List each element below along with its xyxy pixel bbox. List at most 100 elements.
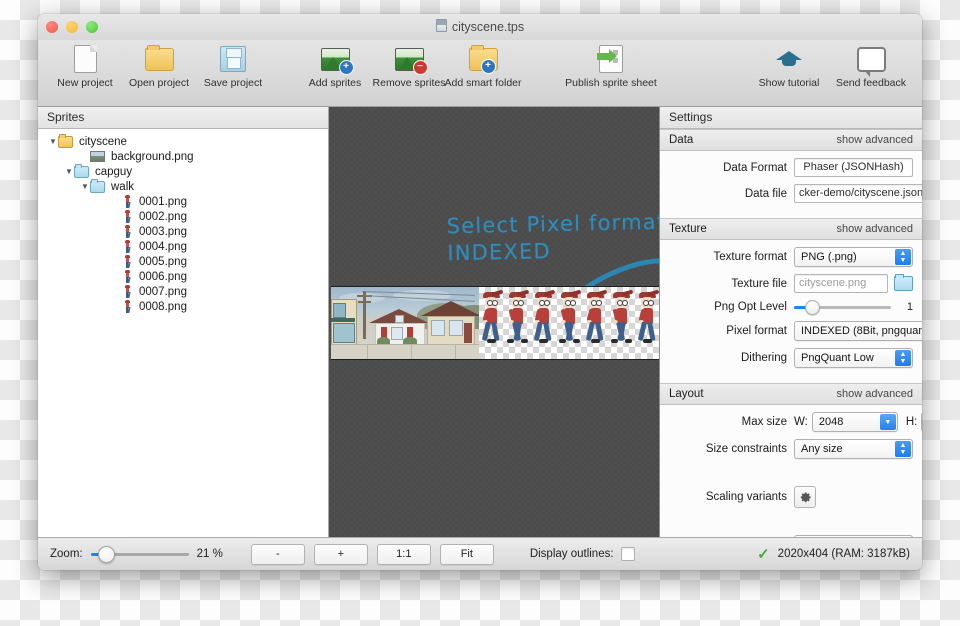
publish-sprite-sheet-button[interactable]: Publish sprite sheet	[556, 44, 666, 89]
save-project-button[interactable]: Save project	[196, 44, 270, 89]
texture-file-input[interactable]: cityscene.png	[794, 274, 888, 293]
sprite-frame	[479, 287, 505, 359]
sprite-frame	[635, 287, 659, 359]
window-titlebar: cityscene.tps	[38, 14, 922, 40]
sprite-sheet-canvas[interactable]: Select Pixel format INDEXED	[329, 107, 660, 537]
display-outlines-checkbox[interactable]	[620, 547, 635, 561]
zoom-slider-knob[interactable]	[97, 546, 115, 563]
tree-item-0006-png[interactable]: 0006.png	[38, 269, 328, 284]
section-header-texture[interactable]: Texture show advanced	[660, 218, 922, 240]
pixel-format-dropdown[interactable]: INDEXED (8Bit, pngquant ▲▼	[794, 321, 922, 341]
sprite-tree[interactable]: ▼ cityscene background.png ▼ capguy ▼ walk 0001…	[38, 129, 328, 537]
sprite-thumbnail-icon	[122, 300, 133, 314]
size-constraints-dropdown[interactable]: Any size ▲ ▼	[794, 439, 913, 459]
tree-item-label: 0008.png	[139, 300, 187, 313]
sprite-frame	[505, 287, 531, 359]
new-project-button[interactable]: New project	[48, 44, 122, 89]
tree-item-0007-png[interactable]: 0007.png	[38, 284, 328, 299]
row-texture-file: Texture file cityscene.png	[669, 274, 913, 293]
tree-item-label: 0006.png	[139, 270, 187, 283]
zoom-out-button[interactable]: -	[250, 543, 305, 565]
show-advanced-texture[interactable]: show advanced	[837, 219, 913, 239]
open-project-button[interactable]: Open project	[122, 44, 196, 89]
tree-item-capguy[interactable]: ▼ capguy	[38, 163, 328, 179]
tree-item-walk[interactable]: ▼ walk	[38, 178, 328, 194]
data-format-label: Data Format	[723, 161, 787, 174]
texture-section-rows: Texture format PNG (.png) ▲ ▼ Texture fil…	[660, 240, 922, 383]
zoom-actual-size-button[interactable]: 1:1	[376, 543, 431, 565]
window-body: Sprites ▼ cityscene background.png ▼ capguy ▼…	[38, 107, 922, 537]
show-tutorial-button[interactable]: Show tutorial	[748, 44, 830, 89]
width-prefix-label: W:	[794, 416, 808, 428]
dithering-label: Dithering	[740, 352, 787, 364]
send-feedback-button[interactable]: Send feedback	[830, 44, 912, 89]
tree-item-0002-png[interactable]: 0002.png	[38, 209, 328, 224]
status-text: 2020x404 (RAM: 3187kB)	[777, 548, 910, 560]
png-opt-level-value: 1	[906, 301, 913, 313]
show-advanced-data[interactable]: show advanced	[837, 130, 913, 150]
tree-item-cityscene[interactable]: ▼ cityscene	[38, 133, 328, 149]
smart-folder-icon	[74, 163, 89, 178]
zoom-in-button[interactable]: +	[313, 543, 368, 565]
settings-panel: Settings Data show advanced Data Format …	[660, 107, 922, 537]
folder-browse-icon[interactable]	[894, 274, 913, 291]
add-image-icon: +	[320, 44, 354, 75]
texture-format-label: Texture format	[713, 251, 788, 263]
tree-item-label: 0004.png	[139, 240, 187, 253]
sprite-frame	[531, 287, 557, 359]
sprite-sheet-preview	[331, 286, 659, 360]
tree-item-background-png[interactable]: background.png	[38, 149, 328, 164]
save-project-label: Save project	[203, 77, 263, 89]
send-feedback-label: Send feedback	[835, 77, 907, 89]
tree-item-0001-png[interactable]: 0001.png	[38, 194, 328, 209]
section-title-texture: Texture	[669, 223, 707, 235]
section-title-data: Data	[669, 134, 694, 146]
tree-item-label: walk	[111, 180, 135, 193]
png-opt-level-slider[interactable]	[794, 300, 891, 315]
disclosure-triangle-icon[interactable]: ▼	[48, 137, 58, 146]
texture-format-dropdown[interactable]: PNG (.png) ▲ ▼	[794, 247, 913, 267]
add-sprites-button[interactable]: + Add sprites	[298, 44, 372, 89]
disclosure-triangle-icon[interactable]: ▼	[64, 167, 74, 176]
zoom-slider[interactable]	[90, 546, 189, 563]
data-section-rows: Data Format Phaser (JSONHash) Data file …	[660, 151, 922, 218]
scaling-variants-button[interactable]	[794, 486, 816, 508]
tree-item-0005-png[interactable]: 0005.png	[38, 254, 328, 269]
add-smart-folder-button[interactable]: + Add smart folder	[444, 44, 522, 89]
dithering-value: PngQuant Low	[801, 352, 874, 364]
dithering-dropdown[interactable]: PngQuant Low ▲ ▼	[794, 348, 913, 368]
texture-file-label: Texture file	[731, 277, 787, 290]
speech-bubble-icon	[856, 44, 886, 77]
row-dithering: Dithering PngQuant Low ▲ ▼	[669, 348, 913, 368]
show-advanced-layout[interactable]: show advanced	[837, 384, 913, 404]
data-file-input[interactable]: cker-demo/cityscene.json	[794, 184, 922, 203]
tree-item-0004-png[interactable]: 0004.png	[38, 239, 328, 254]
disclosure-triangle-icon[interactable]: ▼	[80, 182, 90, 191]
section-header-data[interactable]: Data show advanced	[660, 129, 922, 151]
section-header-layout[interactable]: Layout show advanced	[660, 383, 922, 405]
add-folder-icon: +	[468, 44, 498, 74]
tree-item-label: capguy	[95, 165, 133, 178]
remove-sprites-button[interactable]: − Remove sprites	[372, 44, 446, 89]
max-height-dropdown[interactable]: 2048 ▼	[921, 412, 922, 432]
zoom-fit-button[interactable]: Fit	[439, 543, 494, 565]
remove-sprites-label: Remove sprites	[372, 77, 446, 89]
max-size-label: Max size	[741, 416, 787, 428]
slider-knob[interactable]	[804, 300, 820, 315]
sprite-thumbnail-icon	[122, 285, 133, 299]
algorithm-dropdown[interactable]: MaxRects ▲▼	[794, 535, 913, 537]
data-format-value[interactable]: Phaser (JSONHash)	[794, 158, 913, 177]
document-icon	[435, 19, 447, 32]
status-bar: Zoom: 21 % - + 1:1 Fit Display outlines:…	[38, 537, 922, 570]
tree-item-0008-png[interactable]: 0008.png	[38, 299, 328, 314]
tree-item-0003-png[interactable]: 0003.png	[38, 224, 328, 239]
max-width-dropdown[interactable]: 2048 ▼	[811, 412, 898, 432]
scaling-variants-label: Scaling variants	[705, 491, 787, 503]
sprite-thumbnail-icon	[122, 255, 133, 269]
tree-item-label: 0005.png	[139, 255, 187, 268]
tree-item-label: 0007.png	[139, 285, 187, 298]
tree-item-label: background.png	[111, 150, 194, 163]
smart-folder-icon	[90, 178, 105, 193]
section-title-layout: Layout	[669, 388, 704, 400]
gear-icon	[800, 491, 811, 502]
